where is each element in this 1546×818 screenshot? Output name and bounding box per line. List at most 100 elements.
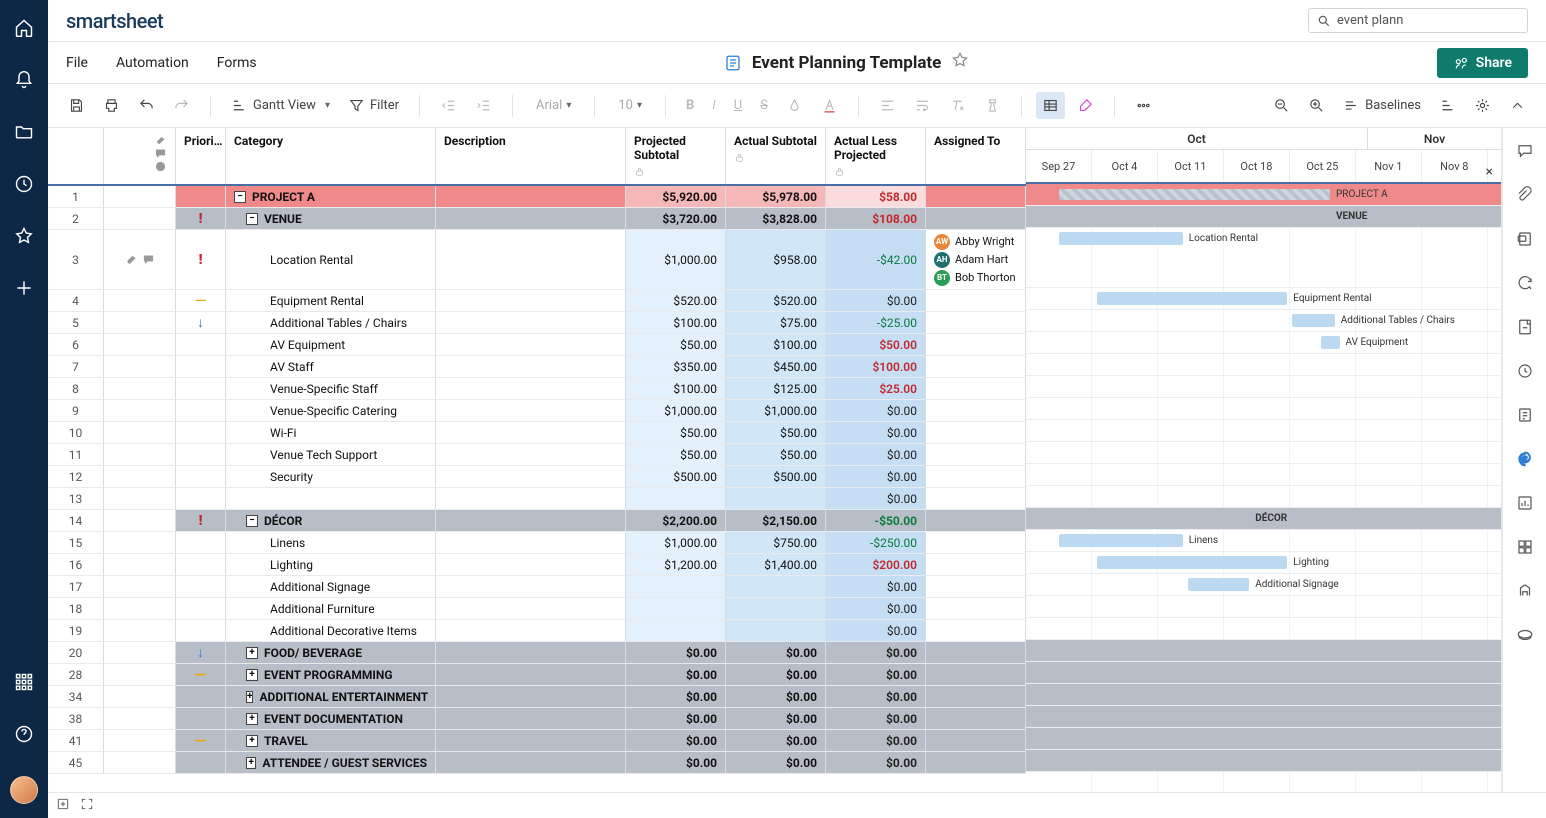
- user-avatar[interactable]: [10, 776, 38, 804]
- row-number[interactable]: 9: [48, 400, 104, 422]
- cell-projected[interactable]: $100.00: [626, 378, 726, 400]
- row-number[interactable]: 19: [48, 620, 104, 642]
- home-icon[interactable]: [14, 18, 34, 42]
- col-header-description[interactable]: Description: [436, 128, 626, 184]
- table-row[interactable]: 15Linens$1,000.00$750.00-$250.00: [48, 532, 1026, 554]
- cell-description[interactable]: [436, 730, 626, 752]
- cell-description[interactable]: [436, 290, 626, 312]
- cell-priority[interactable]: [176, 752, 226, 774]
- cell-category[interactable]: Additional Furniture: [226, 598, 436, 620]
- gantt-row[interactable]: [1026, 420, 1501, 442]
- cell-actual[interactable]: $50.00: [726, 444, 826, 466]
- filter-button[interactable]: Filter: [342, 92, 405, 119]
- gantt-row[interactable]: [1026, 376, 1501, 398]
- baselines-button[interactable]: Baselines: [1337, 92, 1427, 119]
- gantt-row[interactable]: PROJECT A: [1026, 184, 1501, 206]
- cell-projected[interactable]: $0.00: [626, 664, 726, 686]
- connections-icon[interactable]: [1516, 626, 1534, 648]
- col-header-actual[interactable]: Actual Subtotal: [726, 128, 826, 184]
- create-icon[interactable]: [14, 278, 34, 302]
- cell-assigned[interactable]: [926, 664, 1026, 686]
- gantt-row[interactable]: [1026, 596, 1501, 618]
- cell-assigned[interactable]: [926, 422, 1026, 444]
- gantt-row[interactable]: Lighting: [1026, 552, 1501, 574]
- cell-category[interactable]: −PROJECT A: [226, 186, 436, 208]
- cell-priority[interactable]: [176, 186, 226, 208]
- cell-diff[interactable]: $0.00: [826, 422, 926, 444]
- cell-description[interactable]: [436, 620, 626, 642]
- view-selector[interactable]: Gantt View: [225, 92, 336, 119]
- cell-actual[interactable]: $750.00: [726, 532, 826, 554]
- cell-priority[interactable]: [176, 334, 226, 356]
- settings-button[interactable]: [1468, 92, 1497, 119]
- table-row[interactable]: 19Additional Decorative Items$0.00: [48, 620, 1026, 642]
- gantt-row[interactable]: Location Rental: [1026, 228, 1501, 288]
- grid-toggle-button[interactable]: [1036, 92, 1065, 119]
- cell-description[interactable]: [436, 554, 626, 576]
- brandfolder-icon[interactable]: [1516, 450, 1534, 472]
- cell-category[interactable]: Location Rental: [226, 230, 436, 290]
- favorites-icon[interactable]: [14, 226, 34, 250]
- cell-diff[interactable]: $50.00: [826, 334, 926, 356]
- cell-assigned[interactable]: [926, 444, 1026, 466]
- col-header-projected[interactable]: Projected Subtotal: [626, 128, 726, 184]
- col-header-diff[interactable]: Actual Less Projected: [826, 128, 926, 184]
- indent-button[interactable]: [469, 92, 498, 119]
- gantt-row[interactable]: [1026, 464, 1501, 486]
- row-number[interactable]: 1: [48, 186, 104, 208]
- gantt-row[interactable]: [1026, 354, 1501, 376]
- gantt-row[interactable]: Additional Tables / Chairs: [1026, 310, 1501, 332]
- cell-priority[interactable]: !: [176, 510, 226, 532]
- cell-description[interactable]: [436, 186, 626, 208]
- menu-automation[interactable]: Automation: [116, 55, 189, 71]
- cell-diff[interactable]: -$25.00: [826, 312, 926, 334]
- expand-toggle[interactable]: +: [246, 691, 253, 703]
- table-row[interactable]: 8Venue-Specific Staff$100.00$125.00$25.0…: [48, 378, 1026, 400]
- activity-log-icon[interactable]: [1516, 362, 1534, 384]
- cell-projected[interactable]: $50.00: [626, 444, 726, 466]
- cell-description[interactable]: [436, 598, 626, 620]
- bold-button[interactable]: B: [680, 93, 700, 118]
- cell-actual[interactable]: $3,828.00: [726, 208, 826, 230]
- cell-actual[interactable]: $75.00: [726, 312, 826, 334]
- cell-projected[interactable]: $0.00: [626, 708, 726, 730]
- cell-diff[interactable]: $0.00: [826, 466, 926, 488]
- cell-priority[interactable]: !: [176, 208, 226, 230]
- cell-diff[interactable]: $0.00: [826, 576, 926, 598]
- cell-description[interactable]: [436, 752, 626, 774]
- cell-projected[interactable]: [626, 576, 726, 598]
- wrap-button[interactable]: [908, 92, 937, 119]
- gantt-row[interactable]: [1026, 486, 1501, 508]
- cell-category[interactable]: Security: [226, 466, 436, 488]
- row-number[interactable]: 17: [48, 576, 104, 598]
- critical-path-button[interactable]: [1433, 92, 1462, 119]
- gantt-close-button[interactable]: ×: [1486, 164, 1493, 180]
- cell-category[interactable]: Additional Decorative Items: [226, 620, 436, 642]
- cell-diff[interactable]: $25.00: [826, 378, 926, 400]
- cell-priority[interactable]: —: [176, 290, 226, 312]
- cell-diff[interactable]: $0.00: [826, 290, 926, 312]
- cell-category[interactable]: Wi-Fi: [226, 422, 436, 444]
- table-row[interactable]: 9Venue-Specific Catering$1,000.00$1,000.…: [48, 400, 1026, 422]
- cell-diff[interactable]: $0.00: [826, 444, 926, 466]
- row-number[interactable]: 7: [48, 356, 104, 378]
- redo-button[interactable]: [167, 92, 196, 119]
- cell-category[interactable]: +EVENT PROGRAMMING: [226, 664, 436, 686]
- cell-priority[interactable]: [176, 356, 226, 378]
- gantt-row[interactable]: [1026, 442, 1501, 464]
- table-row[interactable]: 5↓Additional Tables / Chairs$100.00$75.0…: [48, 312, 1026, 334]
- cell-description[interactable]: [436, 532, 626, 554]
- cell-actual[interactable]: $0.00: [726, 708, 826, 730]
- row-number[interactable]: 14: [48, 510, 104, 532]
- cell-category[interactable]: +EVENT DOCUMENTATION: [226, 708, 436, 730]
- save-button[interactable]: [62, 92, 91, 119]
- table-row[interactable]: 10Wi-Fi$50.00$50.00$0.00: [48, 422, 1026, 444]
- cell-projected[interactable]: $500.00: [626, 466, 726, 488]
- cell-projected[interactable]: $3,720.00: [626, 208, 726, 230]
- cell-assigned[interactable]: [926, 576, 1026, 598]
- row-number[interactable]: 38: [48, 708, 104, 730]
- cell-description[interactable]: [436, 230, 626, 290]
- cell-assigned[interactable]: [926, 598, 1026, 620]
- row-number[interactable]: 10: [48, 422, 104, 444]
- cell-actual[interactable]: $500.00: [726, 466, 826, 488]
